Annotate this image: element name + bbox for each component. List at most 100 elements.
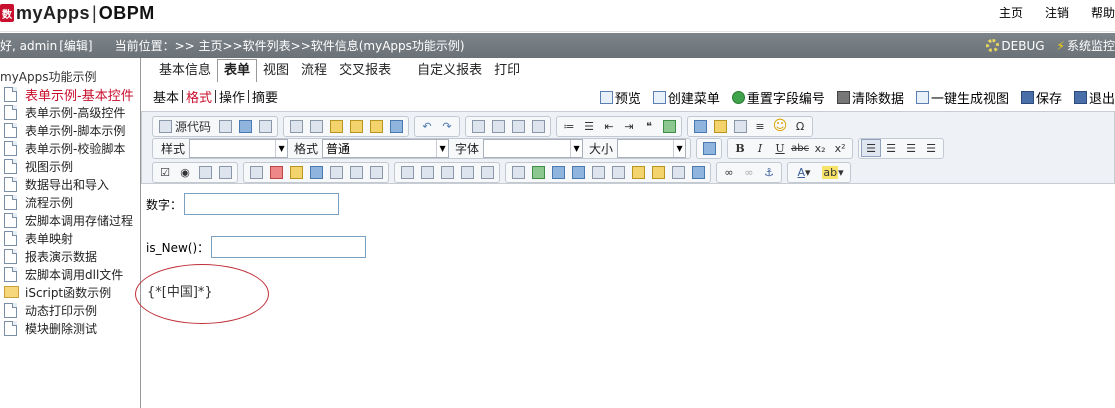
maximize-button[interactable] — [699, 139, 719, 157]
template-button[interactable] — [255, 117, 275, 135]
ordered-list-button[interactable]: ≔ — [559, 117, 579, 135]
paste-text-button[interactable] — [346, 117, 366, 135]
tab-4[interactable]: 交叉报表 — [333, 60, 397, 82]
action-button-5[interactable]: 保存 — [1020, 88, 1062, 107]
select-all-button[interactable] — [508, 117, 528, 135]
nav-help-link[interactable]: 帮助 — [1091, 4, 1115, 21]
link-button[interactable]: ∞ — [719, 163, 739, 181]
underline-button[interactable]: U — [770, 139, 790, 157]
nav-home-link[interactable]: 主页 — [999, 4, 1023, 21]
background-color-button[interactable]: ab ▾ — [818, 163, 848, 181]
style-select[interactable]: ▼ — [189, 138, 289, 158]
tree-item[interactable]: 表单示例-高级控件 — [0, 103, 140, 121]
undo-button[interactable]: ↶ — [417, 117, 437, 135]
form-control-1-button[interactable] — [246, 163, 266, 181]
tree-item[interactable]: 报表演示数据 — [0, 247, 140, 265]
copy-button[interactable] — [306, 117, 326, 135]
find-button[interactable] — [468, 117, 488, 135]
tree-item[interactable]: iScript函数示例 — [0, 283, 140, 301]
checkbox-control-button[interactable]: ☑ — [155, 163, 175, 181]
form-control-17-button[interactable] — [588, 163, 608, 181]
debug-button[interactable]: DEBUG — [986, 39, 1045, 53]
tree-root[interactable]: myApps功能示例 — [0, 68, 140, 85]
table-button[interactable] — [730, 117, 750, 135]
font-select[interactable]: ▼ — [483, 138, 584, 158]
unlink-button[interactable]: ∞ — [739, 163, 759, 181]
radio-control-button[interactable]: ◉ — [175, 163, 195, 181]
italic-button[interactable]: I — [750, 139, 770, 157]
isnew-input[interactable] — [211, 236, 367, 258]
tree-item[interactable]: 表单映射 — [0, 229, 140, 247]
number-input[interactable] — [184, 193, 340, 215]
special-char-button[interactable]: Ω — [790, 117, 810, 135]
form-control-14-button[interactable] — [528, 163, 548, 181]
form-control-7-button[interactable] — [366, 163, 386, 181]
subtab-1[interactable]: 格式 — [183, 87, 215, 106]
form-control-6-button[interactable] — [346, 163, 366, 181]
bold-button[interactable]: B — [730, 139, 750, 157]
form-control-5-button[interactable] — [326, 163, 346, 181]
subtab-3[interactable]: 摘要 — [249, 87, 281, 106]
tree-item[interactable]: 模块删除测试 — [0, 319, 140, 337]
form-control-20-button[interactable] — [648, 163, 668, 181]
remove-format-button[interactable] — [528, 117, 548, 135]
paste-word-button[interactable] — [366, 117, 386, 135]
action-button-0[interactable]: 预览 — [599, 88, 641, 107]
anchor-button[interactable]: ⚓ — [759, 163, 779, 181]
form-control-8-button[interactable] — [397, 163, 417, 181]
action-button-3[interactable]: 清除数据 — [836, 88, 904, 107]
form-control-15-button[interactable] — [548, 163, 568, 181]
preview-doc-button[interactable] — [235, 117, 255, 135]
spellcheck-button[interactable] — [386, 117, 406, 135]
flash-button[interactable] — [710, 117, 730, 135]
smiley-button[interactable]: ☺ — [770, 117, 790, 135]
form-control-12-button[interactable] — [477, 163, 497, 181]
form-control-18-button[interactable] — [608, 163, 628, 181]
size-select[interactable]: ▼ — [617, 138, 687, 158]
form-control-11-button[interactable] — [457, 163, 477, 181]
form-control-4-button[interactable] — [306, 163, 326, 181]
tab-0[interactable]: 基本信息 — [153, 60, 217, 82]
image-button[interactable] — [690, 117, 710, 135]
tree-item[interactable]: 动态打印示例 — [0, 301, 140, 319]
text-color-button[interactable]: A ▾ — [790, 163, 818, 181]
indent-button[interactable]: ⇥ — [619, 117, 639, 135]
form-control-13-button[interactable] — [508, 163, 528, 181]
form-control-19-button[interactable] — [628, 163, 648, 181]
nav-logout-link[interactable]: 注销 — [1045, 4, 1069, 21]
form-control-21-button[interactable] — [668, 163, 688, 181]
tab-2[interactable]: 视图 — [257, 60, 295, 82]
bullet-list-button[interactable]: ☰ — [579, 117, 599, 135]
div-button[interactable] — [659, 117, 679, 135]
tree-item[interactable]: 流程示例 — [0, 193, 140, 211]
format-select[interactable]: 普通 ▼ — [322, 138, 450, 158]
tab-1[interactable]: 表单 — [217, 59, 258, 82]
subtab-0[interactable]: 基本 — [150, 87, 182, 106]
paste-button[interactable] — [326, 117, 346, 135]
action-button-1[interactable]: 创建菜单 — [652, 88, 720, 107]
tab-6[interactable]: 打印 — [488, 60, 526, 82]
tab-5[interactable]: 自定义报表 — [411, 60, 488, 82]
action-button-4[interactable]: 一键生成视图 — [915, 88, 1009, 107]
textfield-control-button[interactable] — [195, 163, 215, 181]
outdent-button[interactable]: ⇤ — [599, 117, 619, 135]
subscript-button[interactable]: x₂ — [810, 139, 830, 157]
cut-button[interactable] — [286, 117, 306, 135]
superscript-button[interactable]: x² — [830, 139, 850, 157]
action-button-2[interactable]: 重置字段编号 — [731, 88, 825, 107]
form-control-2-button[interactable] — [266, 163, 286, 181]
system-monitor-button[interactable]: ⚡ 系统监控 — [1057, 37, 1115, 54]
source-code-button[interactable]: 源代码 — [155, 117, 215, 135]
replace-button[interactable] — [488, 117, 508, 135]
form-control-3-button[interactable] — [286, 163, 306, 181]
tree-item[interactable]: 视图示例 — [0, 157, 140, 175]
tab-3[interactable]: 流程 — [295, 60, 333, 82]
tree-item[interactable]: 宏脚本调用存储过程 — [0, 211, 140, 229]
save-doc-button[interactable] — [215, 117, 235, 135]
tree-item[interactable]: 表单示例-基本控件 — [0, 85, 140, 104]
blockquote-button[interactable]: ❝ — [639, 117, 659, 135]
textarea-control-button[interactable] — [215, 163, 235, 181]
tree-item[interactable]: 宏脚本调用dll文件 — [0, 265, 140, 283]
align-justify-button[interactable]: ☰ — [921, 139, 941, 157]
tree-item[interactable]: 数据导出和导入 — [0, 175, 140, 193]
